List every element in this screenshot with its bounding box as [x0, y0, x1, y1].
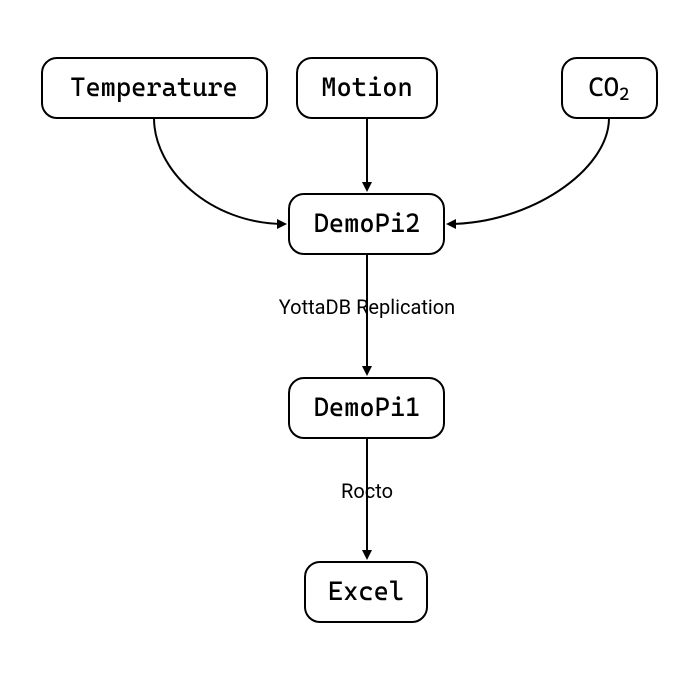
node-excel: Excel [305, 562, 427, 622]
edge-temperature-demopi2 [154, 118, 285, 224]
edge-label-yottadb: YottaDB Replication [279, 295, 455, 319]
node-demopi1-label: DemoPi1 [314, 393, 421, 423]
node-motion-label: Motion [321, 73, 412, 103]
node-temperature-label: Temperature [70, 73, 238, 103]
node-excel-label: Excel [328, 577, 404, 607]
node-temperature: Temperature [42, 58, 267, 118]
node-demopi2: DemoPi2 [289, 194, 444, 254]
node-co2: CO2 [562, 58, 657, 118]
node-demopi1: DemoPi1 [289, 378, 444, 438]
node-motion: Motion [297, 58, 437, 118]
edge-label-rocto: Rocto [341, 479, 393, 503]
node-demopi2-label: DemoPi2 [314, 209, 421, 239]
edge-co2-demopi2 [448, 118, 609, 224]
flowchart-diagram: Temperature Motion CO2 DemoPi2 DemoPi1 E… [0, 0, 700, 700]
